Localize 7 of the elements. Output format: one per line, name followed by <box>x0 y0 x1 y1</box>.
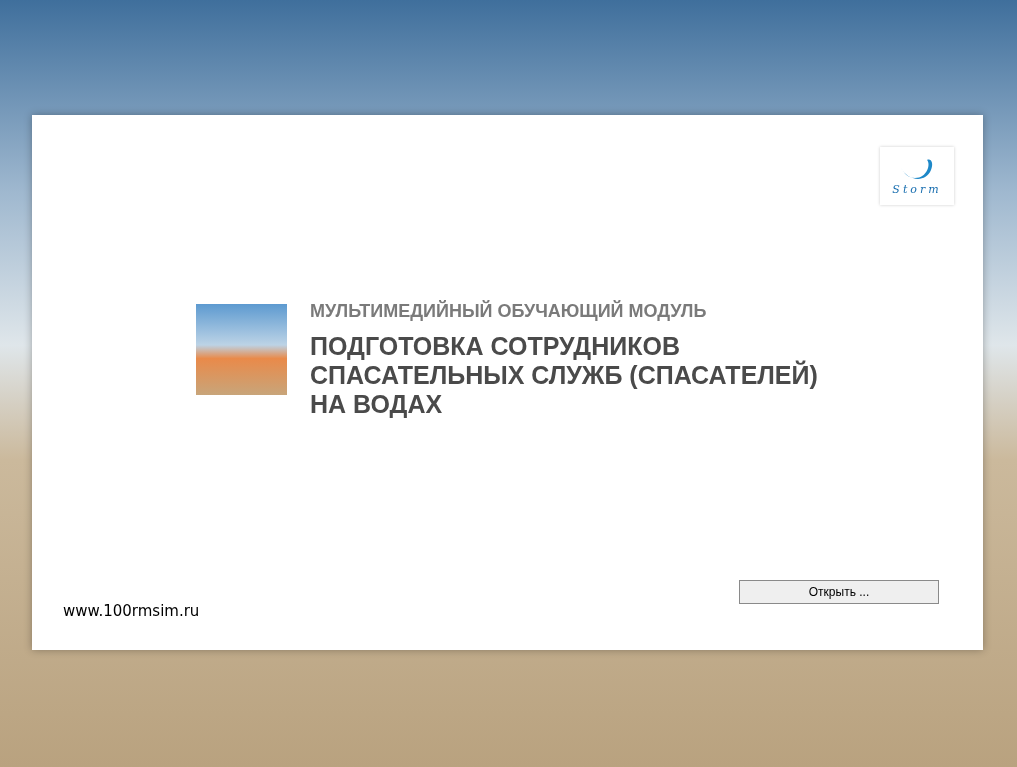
module-title-line: НА ВОДАХ <box>310 390 444 419</box>
logo-text: Storm <box>892 183 942 195</box>
module-title-line: ПОДГОТОВКА СОТРУДНИКОВ <box>310 332 681 360</box>
open-button[interactable]: Открыть ... <box>739 579 939 604</box>
website-url: www.100rmsim.ru <box>63 600 200 622</box>
module-subtitle: МУЛЬТИМЕДИЙНЫЙ ОБУЧАЮЩИЙ МОДУЛЬ <box>310 300 708 322</box>
module-title-line: СПАСАТЕЛЬНЫХ СЛУЖБ (СПАСАТЕЛЕЙ) <box>310 361 818 390</box>
